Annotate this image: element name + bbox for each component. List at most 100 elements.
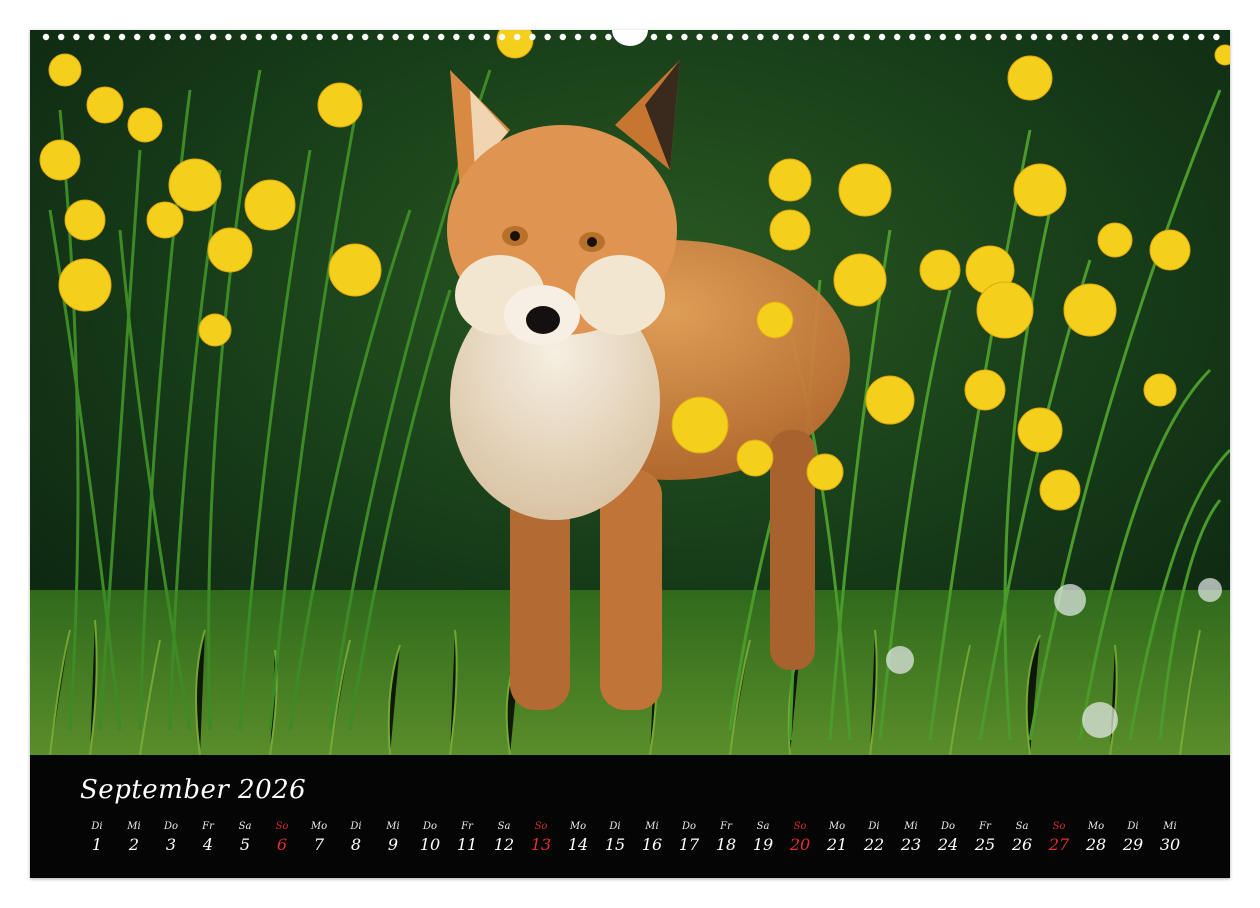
- weekday-label: Di: [91, 821, 103, 832]
- binding-hole: [1046, 33, 1053, 41]
- day-number: 4: [202, 835, 214, 854]
- weekday-label: So: [534, 821, 548, 832]
- calendar-day: Mi 2: [117, 821, 151, 856]
- binding-hole: [422, 33, 430, 41]
- calendar-day: So 13: [524, 821, 558, 856]
- day-number: 30: [1159, 835, 1181, 854]
- calendar-day: So 6: [265, 821, 299, 856]
- day-number: 19: [752, 835, 774, 854]
- weekday-label: Mo: [1087, 821, 1105, 832]
- day-number: 2: [128, 835, 140, 854]
- binding-hole: [514, 33, 521, 41]
- day-number: 22: [863, 835, 885, 854]
- calendar-day: Mi 23: [894, 821, 928, 856]
- binding-hole: [270, 33, 278, 41]
- month-title: September 2026: [80, 775, 307, 805]
- day-number: 17: [678, 835, 700, 854]
- binding-hole: [1182, 33, 1190, 41]
- binding-hole: [103, 33, 111, 41]
- binding-hole: [848, 33, 855, 41]
- weekday-label: Mi: [386, 821, 400, 832]
- binding-hole: [1106, 33, 1114, 41]
- weekday-label: Mo: [828, 821, 846, 832]
- binding-hole: [970, 33, 977, 41]
- day-number: 1: [91, 835, 103, 854]
- binding-hole: [483, 33, 490, 41]
- day-number: 24: [937, 835, 959, 854]
- binding-hole: [1122, 33, 1129, 41]
- binding-hole: [681, 33, 688, 41]
- binding-hole: [1030, 33, 1038, 41]
- binding-hole: [225, 33, 232, 41]
- binding-hole: [210, 33, 217, 41]
- weekday-label: Fr: [461, 821, 473, 832]
- binding-hole: [164, 33, 171, 41]
- weekday-label: Fr: [202, 821, 214, 832]
- weekday-label: Mo: [569, 821, 587, 832]
- binding-hole: [134, 33, 141, 41]
- calendar-day: Mi 16: [635, 821, 669, 856]
- calendar-day: Fr 4: [191, 821, 225, 856]
- weekday-label: Do: [422, 821, 438, 832]
- calendar-day: Mo 21: [820, 821, 854, 856]
- calendar-day: Mo 7: [302, 821, 336, 856]
- day-number: 3: [165, 835, 177, 854]
- binding-hole: [1000, 33, 1007, 41]
- binding-hole: [194, 33, 202, 41]
- binding-hole: [240, 33, 247, 41]
- calendar-day: Di 15: [598, 821, 632, 856]
- day-number: 16: [641, 835, 663, 854]
- binding-hole: [590, 33, 597, 41]
- calendar-day: So 20: [783, 821, 817, 856]
- calendar-day: Fr 18: [709, 821, 743, 856]
- binding-hole: [1137, 33, 1144, 41]
- binding-hole: [833, 33, 840, 41]
- fox-photo: [30, 30, 1230, 755]
- calendar-day: So 27: [1042, 821, 1076, 856]
- binding-hole: [1167, 33, 1175, 41]
- binding-hole: [377, 33, 384, 41]
- calendar-day: Sa 12: [487, 821, 521, 856]
- day-number: 6: [276, 835, 288, 854]
- binding-hole: [1076, 33, 1083, 41]
- binding-hole: [802, 33, 810, 41]
- calendar-day: Di 22: [857, 821, 891, 856]
- binding-hole: [711, 33, 718, 41]
- day-grid: Di 1 Mi 2 Do 3 Fr 4 Sa 5 So 6 Mo 7 Di 8 Mi 9 Do 10 Fr 11 Sa 12 S…: [80, 821, 1190, 861]
- day-number: 10: [419, 835, 441, 854]
- calendar-day: Do 10: [413, 821, 447, 856]
- binding-hole: [757, 33, 764, 41]
- binding-hole: [1213, 33, 1220, 41]
- binding-hole: [301, 33, 308, 41]
- weekday-label: Sa: [1015, 821, 1029, 832]
- binding-hole: [316, 33, 323, 41]
- binding-hole: [453, 33, 460, 41]
- calendar-day: Mi 30: [1153, 821, 1187, 856]
- weekday-label: Sa: [756, 821, 770, 832]
- weekday-label: Sa: [497, 821, 511, 832]
- calendar-day: Di 29: [1116, 821, 1150, 856]
- binding-hole: [605, 33, 612, 41]
- day-number: 7: [313, 835, 325, 854]
- calendar-day: Sa 26: [1005, 821, 1039, 856]
- calendar-day: Mo 28: [1079, 821, 1113, 856]
- binding-hole: [726, 33, 734, 41]
- day-number: 23: [900, 835, 922, 854]
- calendar-strip: September 2026 Di 1 Mi 2 Do 3 Fr 4 Sa 5 So 6 Mo 7 Di 8 M…: [30, 755, 1230, 878]
- binding-hole: [954, 33, 962, 41]
- day-number: 26: [1011, 835, 1033, 854]
- weekday-label: Mo: [310, 821, 328, 832]
- binding-hole: [498, 33, 506, 41]
- binding-hole: [1061, 33, 1068, 41]
- calendar-day: Di 8: [339, 821, 373, 856]
- binding-hole: [772, 33, 779, 41]
- weekday-label: Sa: [238, 821, 252, 832]
- binding-hole: [88, 33, 95, 41]
- weekday-label: Do: [681, 821, 697, 832]
- day-number: 27: [1048, 835, 1070, 854]
- day-number: 11: [456, 835, 478, 854]
- weekday-label: Mi: [645, 821, 659, 832]
- binding-hole: [1015, 33, 1022, 41]
- weekday-label: Di: [350, 821, 362, 832]
- binding-hole: [878, 33, 886, 41]
